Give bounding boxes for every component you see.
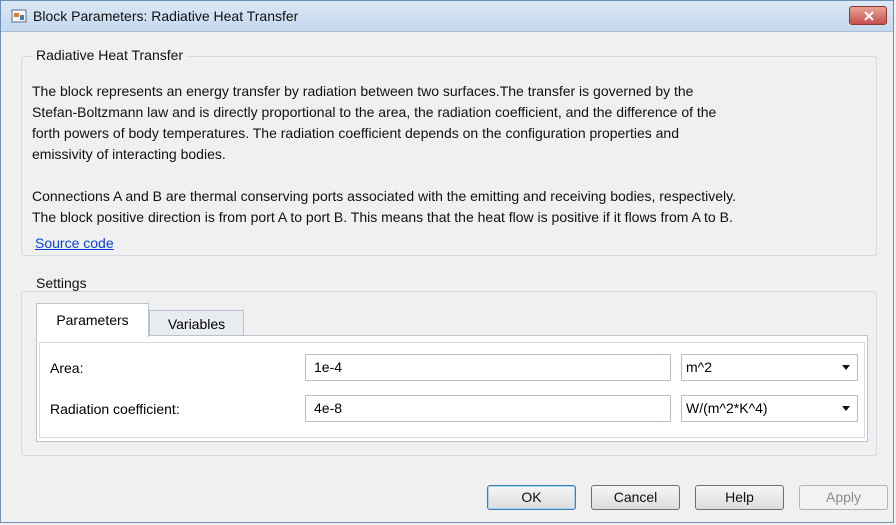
dialog-window: Block Parameters: Radiative Heat Transfe… [0, 0, 894, 523]
tab-label: Variables [167, 316, 226, 332]
title-bar[interactable]: Block Parameters: Radiative Heat Transfe… [1, 1, 893, 32]
ok-button[interactable]: OK [487, 485, 576, 510]
window-title: Block Parameters: Radiative Heat Transfe… [33, 8, 299, 24]
radiation-coefficient-unit-value: W/(m^2*K^4) [686, 400, 768, 416]
tab-label: Parameters [56, 312, 129, 328]
chevron-down-icon [842, 365, 850, 370]
area-unit-value: m^2 [686, 359, 713, 375]
apply-button[interactable]: Apply [799, 485, 888, 510]
help-button[interactable]: Help [695, 485, 784, 510]
description-line: emissivity of interacting bodies. [32, 146, 226, 162]
area-input[interactable]: 1e-4 [305, 354, 671, 381]
radiation-coefficient-label: Radiation coefficient: [50, 401, 180, 417]
source-code-link[interactable]: Source code [35, 235, 114, 251]
radiation-coefficient-unit-select[interactable]: W/(m^2*K^4) [681, 395, 858, 422]
chevron-down-icon [842, 406, 850, 411]
simulink-block-icon [11, 8, 27, 24]
description-line: The block represents an energy transfer … [32, 83, 694, 99]
settings-group-title: Settings [33, 275, 90, 291]
close-button[interactable] [849, 6, 887, 25]
cancel-button[interactable]: Cancel [591, 485, 680, 510]
tab-parameters[interactable]: Parameters [36, 303, 149, 337]
description-line: Connections A and B are thermal conservi… [32, 188, 737, 204]
paragraph-spacer [32, 165, 882, 186]
tab-variables[interactable]: Variables [149, 310, 244, 336]
radiation-coefficient-input[interactable]: 4e-8 [305, 395, 671, 422]
description-line: The block positive direction is from por… [32, 209, 733, 225]
description-group-title: Radiative Heat Transfer [33, 47, 187, 63]
close-icon [864, 11, 874, 21]
description-line: Stefan-Boltzmann law and is directly pro… [32, 104, 717, 120]
area-unit-select[interactable]: m^2 [681, 354, 858, 381]
area-label: Area: [50, 360, 84, 376]
description-line: forth powers of body temperatures. The r… [32, 125, 680, 141]
block-description: The block represents an energy transfer … [32, 81, 882, 228]
